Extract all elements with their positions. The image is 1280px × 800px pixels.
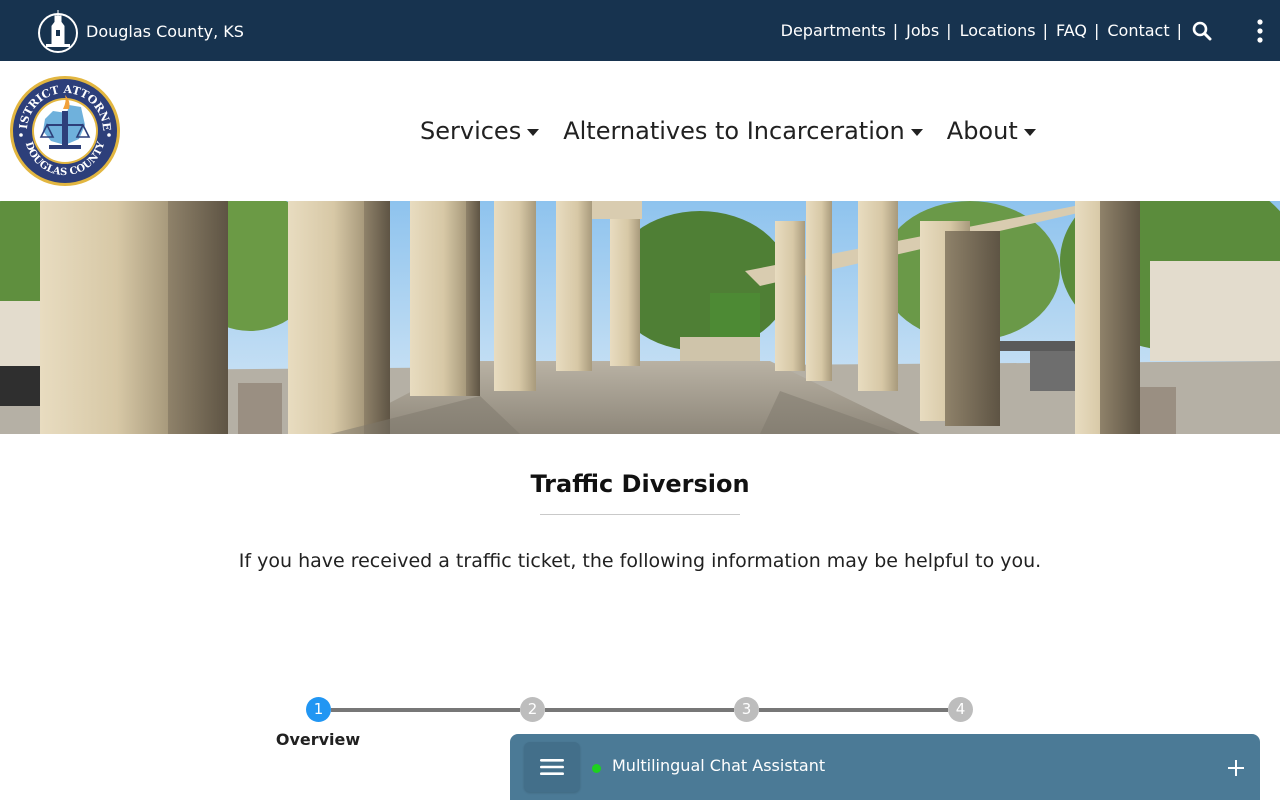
nav-about[interactable]: About <box>947 117 1036 145</box>
step-connector <box>545 708 734 712</box>
caret-down-icon <box>527 128 540 136</box>
faq-link[interactable]: FAQ <box>1056 21 1087 40</box>
district-attorney-seal[interactable]: DISTRICT ATTORNEY DOUGLAS COUNTY <box>9 75 121 187</box>
site-header: DISTRICT ATTORNEY DOUGLAS COUNTY Service… <box>0 61 1280 201</box>
more-options-icon[interactable] <box>1254 18 1266 44</box>
separator: | <box>946 21 952 40</box>
nav-about-label: About <box>946 117 1018 145</box>
intro-text: If you have received a traffic ticket, t… <box>238 550 1042 572</box>
page-title: Traffic Diversion <box>530 470 750 498</box>
step-connector <box>331 708 520 712</box>
colonnade-photo <box>0 201 1280 434</box>
nav-services-label: Services <box>420 117 522 145</box>
county-name: Douglas County, KS <box>86 21 244 41</box>
nav-alternatives-to-incarceration[interactable]: Alternatives to Incarceration <box>563 117 923 145</box>
nav-alternatives-label: Alternatives to Incarceration <box>563 117 905 145</box>
step-2-indicator[interactable]: 2 <box>520 697 545 722</box>
main-nav: Services Alternatives to Incarceration A… <box>420 113 1036 149</box>
hamburger-icon <box>540 759 564 775</box>
jobs-link[interactable]: Jobs <box>906 21 939 40</box>
hero-image <box>0 201 1280 434</box>
chat-menu-button[interactable] <box>524 742 580 792</box>
separator: | <box>1042 21 1048 40</box>
caret-down-icon <box>1023 128 1036 136</box>
step-3-indicator[interactable]: 3 <box>734 697 759 722</box>
separator: | <box>892 21 899 40</box>
separator: | <box>1176 21 1182 40</box>
expand-plus-icon[interactable] <box>1226 758 1246 778</box>
step-connector <box>759 708 948 712</box>
chat-title: Multilingual Chat Assistant <box>612 756 826 775</box>
step-1-indicator[interactable]: 1 <box>306 697 331 722</box>
chat-widget[interactable]: Multilingual Chat Assistant <box>510 734 1260 800</box>
departments-link[interactable]: Departments <box>781 21 886 40</box>
nav-services[interactable]: Services <box>420 117 540 145</box>
step-1-label[interactable]: Overview <box>276 730 360 749</box>
county-brand[interactable]: Douglas County, KS <box>38 8 244 54</box>
utility-nav: Departments | Jobs | Locations | FAQ | C… <box>781 0 1212 61</box>
online-status-dot <box>592 764 601 773</box>
top-utility-bar: Douglas County, KS Departments | Jobs | … <box>0 0 1280 61</box>
caret-down-icon <box>910 128 923 136</box>
step-4-indicator[interactable]: 4 <box>948 697 973 722</box>
separator: | <box>1093 21 1100 40</box>
search-icon[interactable] <box>1192 21 1212 41</box>
title-divider <box>540 514 740 515</box>
courthouse-logo-icon <box>38 10 78 53</box>
locations-link[interactable]: Locations <box>960 21 1036 40</box>
contact-link[interactable]: Contact <box>1107 21 1169 40</box>
